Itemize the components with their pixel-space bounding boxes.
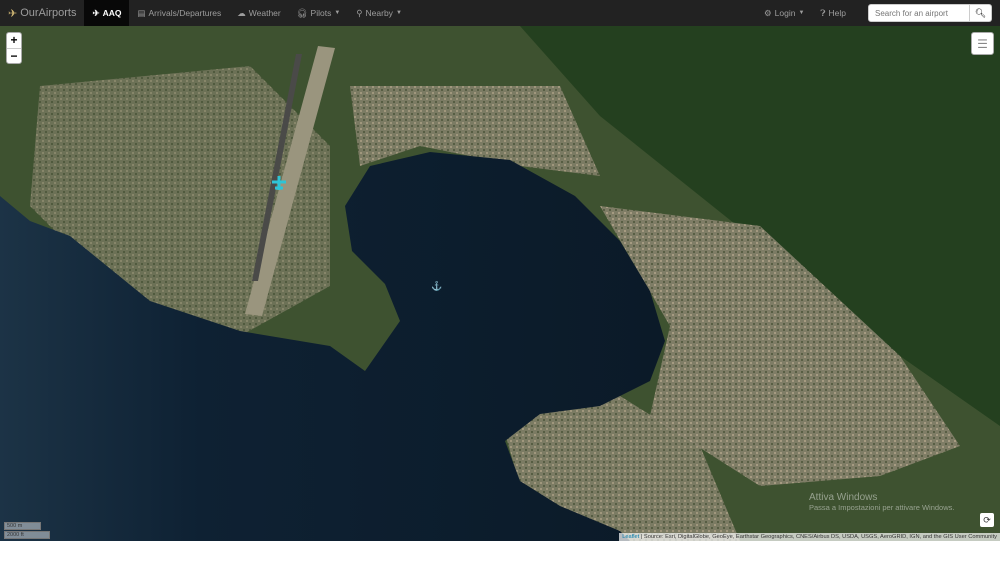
airport-code: AAQ: [102, 8, 122, 18]
nearby-label: Nearby: [365, 8, 393, 18]
brand-link[interactable]: ✈ OurAirports: [0, 0, 84, 26]
weather-label: Weather: [248, 8, 281, 18]
satellite-map[interactable]: ⚓ + − ☰ ⟳ Attiva Windows Passa a Imposta…: [0, 26, 1000, 541]
watermark-title: Attiva Windows: [809, 492, 878, 503]
headphones-icon: 🎧︎: [296, 7, 308, 18]
airport-logo-icon: ✈: [8, 7, 18, 20]
airport-search: 🔍︎: [868, 4, 992, 22]
nav-login[interactable]: ⚙ Login ▼: [756, 0, 812, 26]
map-marker-icon: ⚲: [356, 7, 363, 18]
caret-down-icon: ▼: [798, 10, 805, 16]
nav-weather[interactable]: ☁ Weather: [229, 0, 288, 26]
nav-pilots[interactable]: 🎧︎ Pilots ▼: [289, 0, 349, 26]
plane-icon: ✈: [92, 7, 100, 18]
nav-arrivals[interactable]: ▤ Arrivals/Departures: [129, 0, 229, 26]
navbar: ✈ OurAirports ✈ AAQ ▤ Arrivals/Departures ☁…: [0, 0, 1000, 26]
refresh-button[interactable]: ⟳: [980, 513, 994, 527]
scale-imperial: 2000 ft: [4, 531, 50, 539]
cloud-icon: ☁: [237, 7, 246, 18]
layers-button[interactable]: ☰: [971, 32, 994, 55]
nav-airport[interactable]: ✈ AAQ: [84, 0, 130, 26]
layers-icon: ☰: [977, 36, 988, 51]
windows-activation-watermark: Attiva Windows Passa a Impostazioni per …: [809, 492, 954, 512]
nav-help[interactable]: ❓︎ Help: [812, 0, 854, 26]
refresh-icon: ⟳: [983, 515, 991, 525]
attribution-text: | Source: Esri, DigitalGlobe, GeoEye, Ea…: [639, 534, 997, 540]
scale-metric: 500 m: [4, 522, 41, 530]
leaflet-link[interactable]: Leaflet: [622, 534, 639, 540]
zoom-control: + −: [6, 32, 22, 64]
search-input[interactable]: [868, 4, 970, 22]
search-icon: 🔍︎: [974, 7, 987, 18]
caret-down-icon: ▼: [334, 10, 341, 16]
search-button[interactable]: 🔍︎: [970, 4, 992, 22]
nav-nearby[interactable]: ⚲ Nearby ▼: [348, 0, 410, 26]
satellite-imagery: ⚓: [0, 26, 1000, 541]
zoom-out-button[interactable]: −: [7, 48, 21, 63]
question-icon: ❓︎: [820, 7, 826, 18]
attribution: Leaflet | Source: Esri, DigitalGlobe, Ge…: [619, 533, 1000, 541]
arrivals-label: Arrivals/Departures: [148, 8, 222, 18]
login-label: Login: [774, 8, 796, 18]
watermark-subtitle: Passa a Impostazioni per attivare Window…: [809, 503, 955, 512]
brand-label: OurAirports: [20, 7, 77, 19]
board-icon: ▤: [137, 7, 146, 18]
pilots-label: Pilots: [310, 8, 332, 18]
anchor-icon: ⚓: [431, 280, 442, 291]
gear-icon: ⚙: [764, 7, 772, 18]
zoom-in-button[interactable]: +: [7, 33, 21, 48]
caret-down-icon: ▼: [395, 10, 402, 16]
help-label: Help: [828, 8, 846, 18]
